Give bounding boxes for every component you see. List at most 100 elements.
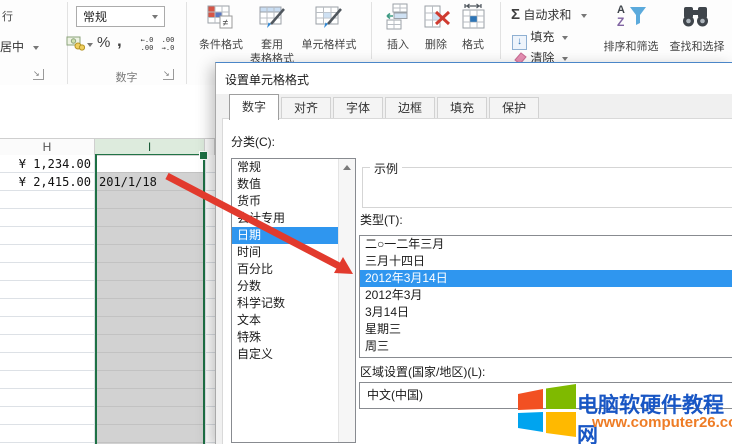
format-cells-button[interactable] — [460, 3, 488, 36]
fill-handle[interactable] — [199, 151, 208, 160]
column-selection[interactable] — [95, 155, 205, 444]
chevron-down-icon — [561, 35, 568, 40]
cell-grid[interactable]: ¥ 1,234.00 ¥ 2,415.00 201/1/18 — [0, 151, 215, 444]
category-item[interactable]: 数值 — [232, 176, 338, 193]
format-label: 格式 — [462, 39, 484, 51]
find-select-button[interactable] — [681, 3, 711, 36]
number-format-dropdown[interactable]: 常规 — [76, 6, 165, 27]
dialog-tab[interactable]: 填充 — [437, 97, 488, 120]
dialog-tabs: 数字 对齐 字体 边框 填充 保护 — [229, 94, 541, 120]
conditional-format-button[interactable]: ≠ — [206, 3, 234, 36]
insert-label: 插入 — [387, 39, 409, 51]
type-item[interactable]: 三月十四日 — [360, 253, 732, 270]
type-item[interactable]: 3月14日 — [360, 304, 732, 321]
category-item[interactable]: 分数 — [232, 278, 338, 295]
group-separator — [371, 2, 372, 59]
chevron-down-icon — [33, 45, 40, 50]
format-cells-dialog: 设置单元格格式 数字 对齐 字体 边框 填充 保护 分类(C): 常规 数值 货币 会计专用 日期… — [215, 62, 732, 444]
gridline — [205, 155, 206, 444]
increase-decimal-bottom: .00 — [140, 44, 154, 52]
chevron-down-icon — [580, 13, 587, 18]
group-separator — [500, 2, 501, 59]
category-label: 分类(C): — [231, 135, 275, 149]
category-item[interactable]: 自定义 — [232, 346, 338, 363]
sigma-icon: Σ — [511, 6, 521, 23]
merge-center-label: 居中 — [0, 40, 25, 54]
launcher-arrow-icon: ↘ — [33, 69, 40, 78]
active-cell[interactable] — [97, 156, 203, 172]
number-dialog-launcher[interactable]: ↘ — [163, 69, 174, 80]
listbox-scrollbar[interactable] — [338, 159, 355, 442]
format-as-table-button[interactable] — [258, 3, 288, 36]
fill-down-icon: ↓ — [512, 35, 527, 50]
fill-label: 填充 — [530, 30, 555, 44]
autosum-label: 自动求和 — [523, 8, 572, 22]
decrease-decimal-top: .00 — [161, 36, 175, 44]
delete-cells-button[interactable] — [423, 3, 451, 36]
dialog-tab[interactable]: 数字 — [229, 94, 280, 120]
category-listbox[interactable]: 常规 数值 货币 会计专用 日期 时间 百分比 分数 科学记数 文本 特殊 自定义 — [231, 158, 356, 443]
category-item[interactable]: 特殊 — [232, 329, 338, 346]
cell-h1[interactable]: ¥ 1,234.00 — [0, 156, 91, 174]
category-item[interactable]: 会计专用 — [232, 210, 338, 227]
insert-cells-button[interactable] — [385, 3, 413, 36]
type-item[interactable]: 周三 — [360, 338, 732, 355]
alignment-dialog-launcher[interactable]: ↘ — [33, 69, 44, 80]
column-header-h[interactable]: H — [0, 139, 95, 156]
excel-window: 行 居中 ↘ 常规 % , ←.0 .00 .00 →.0 数字 ↘ ≠ 条件格… — [0, 0, 732, 444]
locale-value: 中文(中国) — [367, 388, 423, 402]
group-separator — [186, 2, 187, 84]
conditional-format-icon: ≠ — [207, 5, 233, 29]
percent-style-button[interactable]: % — [97, 34, 110, 51]
category-item[interactable]: 文本 — [232, 312, 338, 329]
decrease-decimal-button[interactable]: .00 →.0 — [158, 36, 178, 52]
dialog-tab[interactable]: 保护 — [489, 97, 540, 120]
type-label: 类型(T): — [360, 213, 403, 227]
merge-center-button[interactable]: 居中 — [0, 38, 40, 55]
column-header-i[interactable]: I — [95, 139, 205, 156]
dialog-tab[interactable]: 字体 — [333, 97, 384, 120]
comma-style-button[interactable]: , — [117, 31, 122, 51]
dialog-title: 设置单元格格式 — [225, 73, 310, 87]
cell-i2[interactable]: 201/1/18 — [99, 174, 157, 192]
cell-styles-label: 单元格样式 — [301, 39, 357, 51]
sort-filter-button[interactable]: A Z — [615, 1, 649, 36]
type-item[interactable]: 二○一二年三月 — [360, 236, 732, 253]
find-select-label: 查找和选择 — [669, 41, 725, 53]
category-item[interactable]: 时间 — [232, 244, 338, 261]
cell-styles-button[interactable] — [314, 3, 344, 36]
cell-styles-icon — [315, 6, 342, 28]
locale-dropdown[interactable]: 中文(中国) — [359, 382, 732, 409]
category-item[interactable]: 货币 — [232, 193, 338, 210]
chevron-down-icon[interactable] — [87, 43, 93, 47]
sample-label: 示例 — [370, 160, 403, 177]
scroll-up-icon — [343, 165, 351, 170]
autosum-button[interactable]: Σ 自动求和 — [511, 6, 587, 23]
type-item[interactable]: 2012年3月14日 — [360, 270, 732, 287]
dialog-tab[interactable]: 对齐 — [281, 97, 332, 120]
svg-text:≠: ≠ — [223, 18, 229, 29]
increase-decimal-button[interactable]: ←.0 .00 — [137, 36, 157, 52]
decrease-decimal-bottom: →.0 — [161, 44, 175, 52]
dialog-titlebar[interactable]: 设置单元格格式 — [216, 63, 732, 94]
type-item[interactable]: 星期三 — [360, 321, 732, 338]
category-item[interactable]: 科学记数 — [232, 295, 338, 312]
category-item[interactable]: 百分比 — [232, 261, 338, 278]
locale-label: 区域设置(国家/地区)(L): — [360, 365, 486, 379]
chevron-down-icon — [561, 56, 568, 61]
launcher-arrow-icon: ↘ — [163, 69, 170, 78]
category-item[interactable]: 常规 — [232, 159, 338, 176]
cell-h2[interactable]: ¥ 2,415.00 — [0, 174, 91, 192]
format-cells-icon — [462, 3, 485, 29]
dialog-tab[interactable]: 边框 — [385, 97, 436, 120]
spreadsheet: H I ¥ 1,234.00 ¥ 2,415.00 201/1/18 — [0, 85, 215, 444]
number-tab-panel: 分类(C): 常规 数值 货币 会计专用 日期 时间 百分比 分数 科学记数 文本 特殊 自定义 示例… — [222, 118, 732, 444]
chevron-down-icon — [152, 15, 158, 19]
type-listbox[interactable]: 二○一二年三月 三月十四日 2012年3月14日 2012年3月 3月14日 星期三 周三 — [359, 235, 732, 358]
category-item[interactable]: 日期 — [232, 227, 338, 244]
accounting-format-button[interactable] — [66, 35, 86, 56]
type-item[interactable]: 2012年3月 — [360, 287, 732, 304]
fill-button[interactable]: ↓ 填充 — [512, 28, 568, 50]
svg-text:Z: Z — [617, 15, 624, 29]
sort-filter-icon: A Z — [617, 4, 646, 29]
